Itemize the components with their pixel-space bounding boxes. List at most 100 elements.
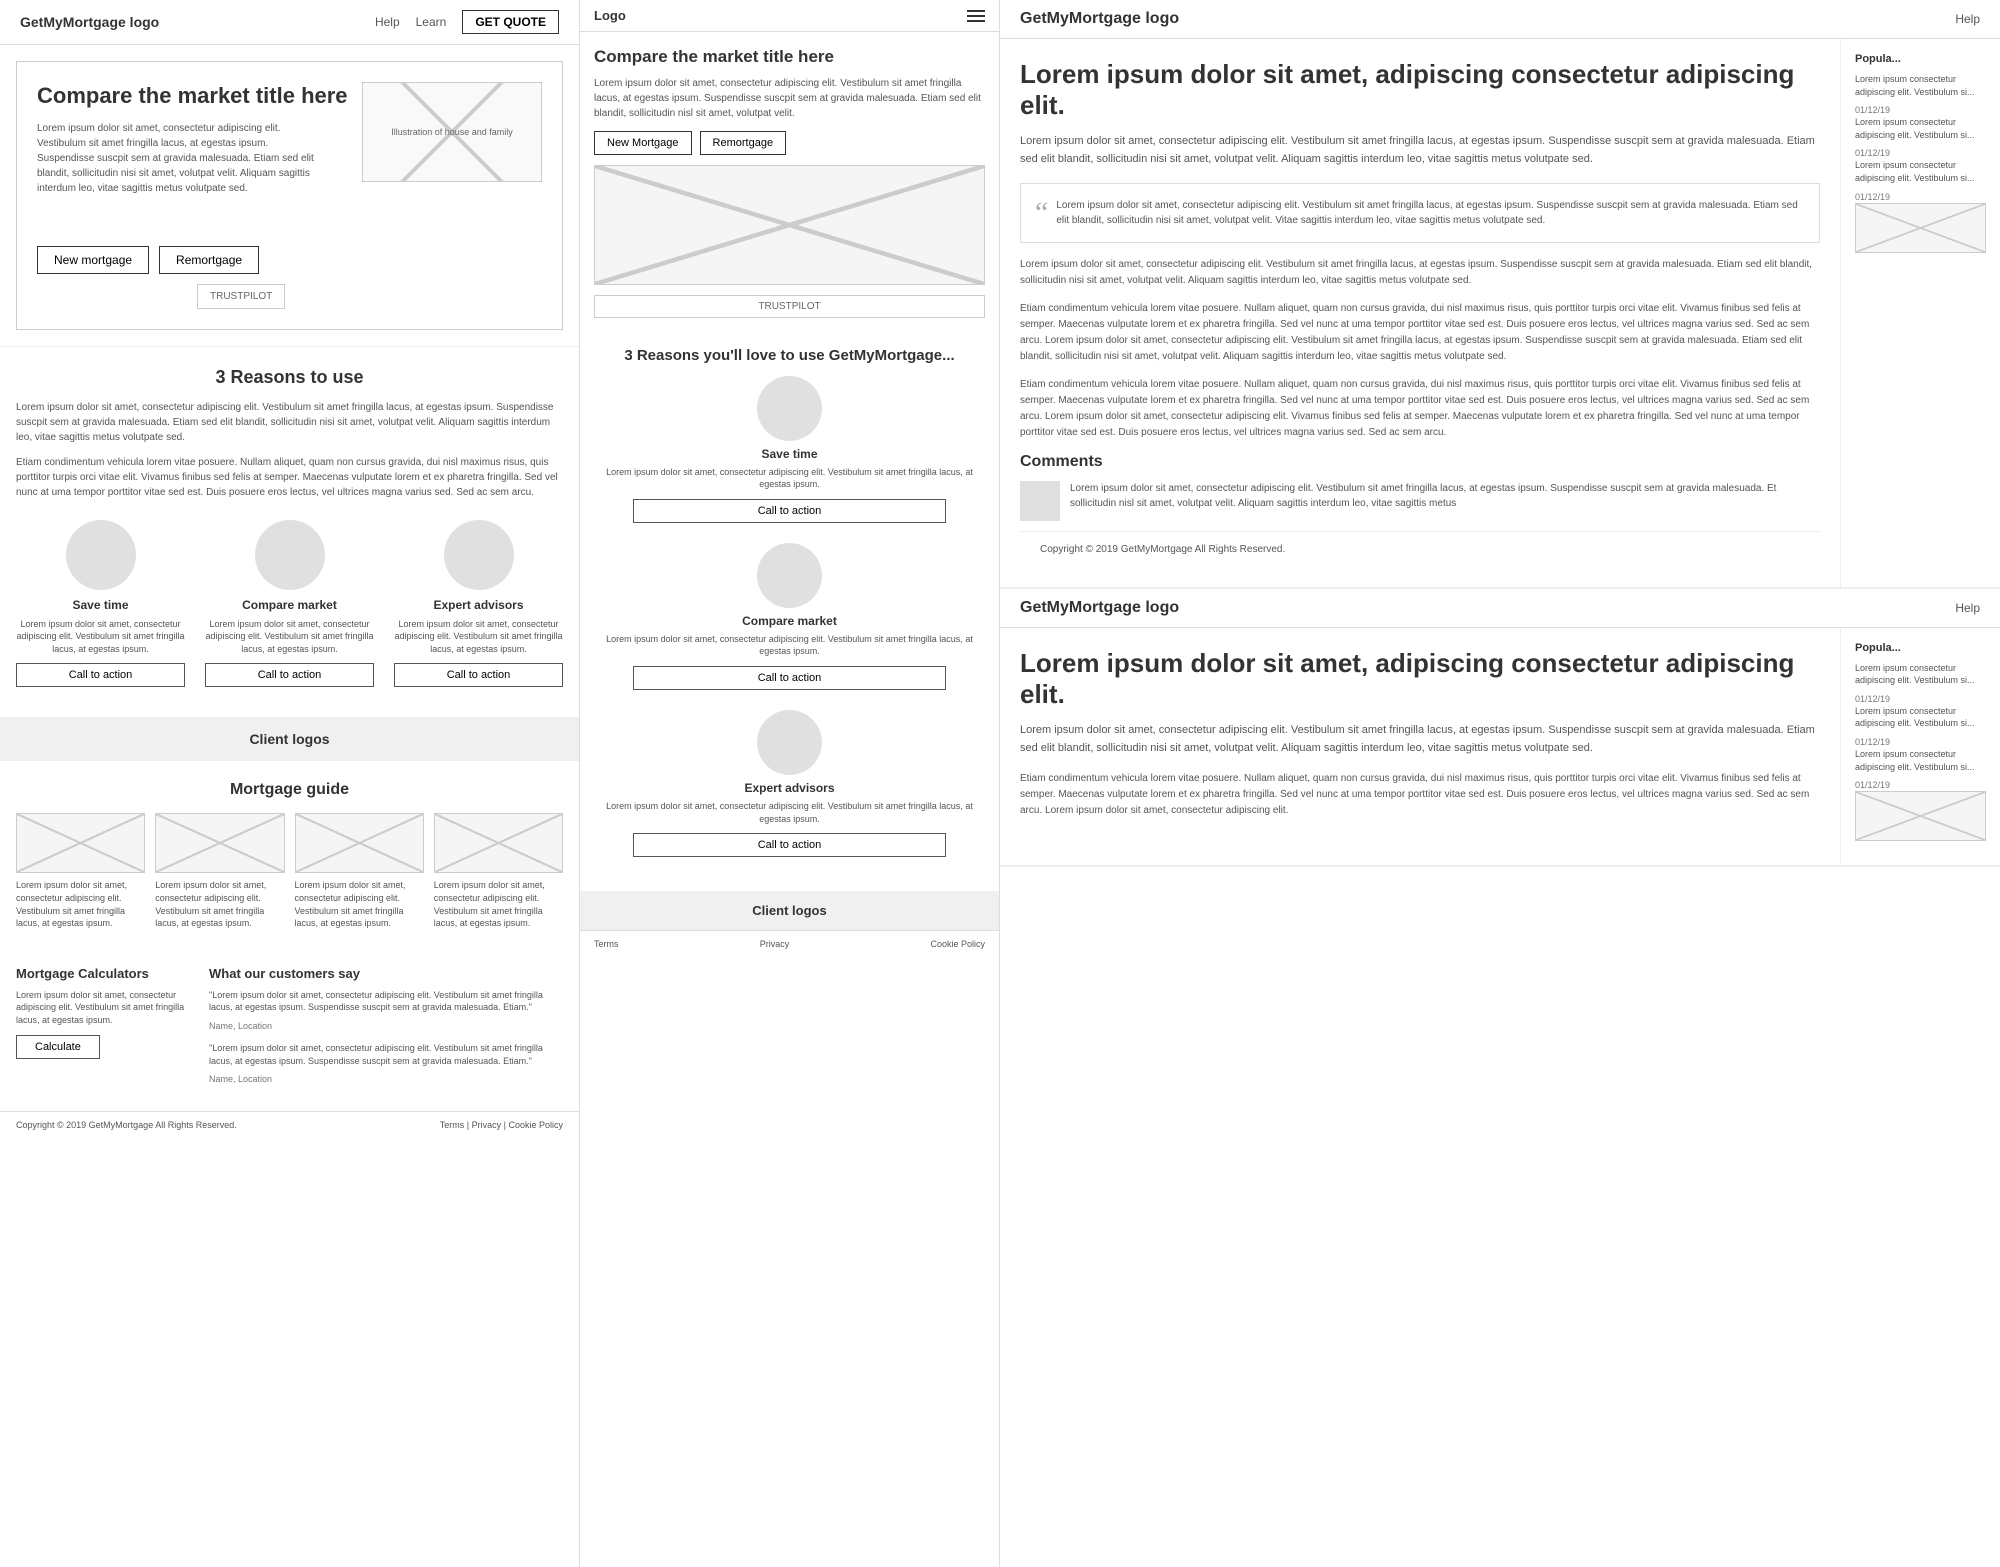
col2-compare-cta[interactable]: Call to action [633, 666, 946, 690]
col3-logo-2: GetMyMortgage logo [1020, 599, 1179, 617]
column-3-article: GetMyMortgage logo Help Lorem ipsum dolo… [1000, 0, 2000, 1567]
col3-body-text2: Lorem ipsum dolor sit amet, consectetur … [1020, 257, 1820, 289]
sidebar-item-text-3: Lorem ipsum consectetur adipiscing elit.… [1855, 159, 1986, 184]
get-quote-button[interactable]: GET QUOTE [462, 10, 559, 34]
col3-article-text1: Lorem ipsum dolor sit amet, consectetur … [1020, 133, 1820, 168]
col2-reason-compare: Compare market Lorem ipsum dolor sit ame… [594, 543, 985, 690]
save-time-icon [66, 520, 136, 590]
col3-article-title-2: Lorem ipsum dolor sit amet, adipiscing c… [1020, 648, 1820, 710]
sidebar-item-text-6: Lorem ipsum consectetur adipiscing elit.… [1855, 748, 1986, 773]
col1-nav: Help Learn GET QUOTE [375, 10, 559, 34]
col3-content-1: Lorem ipsum dolor sit amet, adipiscing c… [1000, 39, 2000, 587]
guide-card-4: Lorem ipsum dolor sit amet, consectetur … [434, 813, 563, 929]
col3-part1: GetMyMortgage logo Help Lorem ipsum dolo… [1000, 0, 2000, 589]
col1-hero: Compare the market title here Lorem ipsu… [16, 61, 563, 330]
testimonial-author-1: Name, Location [209, 1021, 272, 1031]
col2-trustpilot: TRUSTPILOT [594, 295, 985, 318]
expert-icon [444, 520, 514, 590]
help-link[interactable]: Help [375, 15, 400, 29]
compare-icon [255, 520, 325, 590]
client-logos-title: Client logos [249, 731, 329, 747]
col2-reasons: 3 Reasons you'll love to use GetMyMortga… [580, 346, 999, 891]
col3-quote-text: Lorem ipsum dolor sit amet, consectetur … [1035, 198, 1805, 228]
reasons-section: 3 Reasons to use Lorem ipsum dolor sit a… [0, 346, 579, 708]
learn-link[interactable]: Learn [416, 15, 447, 29]
sidebar-item-date-6: 01/12/19 [1855, 780, 1890, 790]
sidebar-item-date-1: 01/12/19 [1855, 105, 1890, 115]
remortgage-button[interactable]: Remortgage [159, 246, 259, 274]
hamburger-line-2 [967, 15, 985, 17]
calculate-button[interactable]: Calculate [16, 1035, 100, 1059]
guide-card-1: Lorem ipsum dolor sit amet, consectetur … [16, 813, 145, 929]
hamburger-menu[interactable] [967, 10, 985, 22]
col2-save-time-cta[interactable]: Call to action [633, 499, 946, 523]
col2-privacy[interactable]: Privacy [760, 939, 790, 949]
col3-copyright-1: Copyright © 2019 GetMyMortgage All Right… [1020, 531, 1820, 567]
col2-cookie[interactable]: Cookie Policy [930, 939, 985, 949]
guide-img-4 [434, 813, 563, 873]
guide-text-4: Lorem ipsum dolor sit amet, consectetur … [434, 879, 563, 929]
reason-card-compare: Compare market Lorem ipsum dolor sit ame… [205, 520, 374, 688]
bottom-sections: Mortgage Calculators Lorem ipsum dolor s… [0, 966, 579, 1111]
col3-sidebar-title-2: Popula... [1855, 642, 1986, 654]
col3-content-2: Lorem ipsum dolor sit amet, adipiscing c… [1000, 628, 2000, 866]
col3-article-text2-2: Etiam condimentum vehicula lorem vitae p… [1020, 771, 1820, 819]
col2-reasons-title: 3 Reasons you'll love to use GetMyMortga… [594, 346, 985, 366]
sidebar-item-text-1: Lorem ipsum consectetur adipiscing elit.… [1855, 73, 1986, 98]
col1-hero-text: Lorem ipsum dolor sit amet, consectetur … [37, 121, 317, 196]
col1-footer-links: Terms | Privacy | Cookie Policy [440, 1120, 563, 1130]
hamburger-line-3 [967, 20, 985, 22]
trustpilot-badge: TRUSTPILOT [197, 284, 285, 309]
reasons-cards: Save time Lorem ipsum dolor sit amet, co… [16, 520, 563, 688]
col2-new-mortgage-button[interactable]: New Mortgage [594, 131, 692, 155]
comment-text-1: Lorem ipsum dolor sit amet, consectetur … [1070, 481, 1820, 521]
guide-img-1 [16, 813, 145, 873]
col2-hero-title: Compare the market title here [594, 46, 985, 68]
col2-save-time-text: Lorem ipsum dolor sit amet, consectetur … [594, 466, 985, 491]
col2-header: Logo [580, 0, 999, 32]
col2-compare-title: Compare market [742, 614, 837, 628]
col2-terms[interactable]: Terms [594, 939, 619, 949]
col2-remortgage-button[interactable]: Remortgage [700, 131, 787, 155]
col2-compare-icon [757, 543, 822, 608]
col3-logo-1: GetMyMortgage logo [1020, 10, 1179, 28]
calculators-section: Mortgage Calculators Lorem ipsum dolor s… [16, 966, 193, 1095]
col1-footer: Copyright © 2019 GetMyMortgage All Right… [0, 1111, 579, 1138]
col2-expert-title: Expert advisors [744, 781, 834, 795]
col2-expert-icon [757, 710, 822, 775]
reason-card-save-time: Save time Lorem ipsum dolor sit amet, co… [16, 520, 185, 688]
sidebar-image-2 [1855, 791, 1986, 841]
col2-buttons: New Mortgage Remortgage [594, 131, 985, 155]
guide-cards: Lorem ipsum dolor sit amet, consectetur … [16, 813, 563, 929]
testimonial-text-1: "Lorem ipsum dolor sit amet, consectetur… [209, 989, 563, 1014]
column-1-desktop: GetMyMortgage logo Help Learn GET QUOTE … [0, 0, 580, 1567]
comments-title: Comments [1020, 453, 1820, 471]
guide-img-2 [155, 813, 284, 873]
col2-footer: Terms Privacy Cookie Policy [580, 930, 999, 957]
col1-header: GetMyMortgage logo Help Learn GET QUOTE [0, 0, 579, 45]
compare-cta[interactable]: Call to action [205, 663, 374, 687]
sidebar-image-1 [1855, 203, 1986, 253]
col3-nav-2[interactable]: Help [1955, 601, 1980, 615]
save-time-cta[interactable]: Call to action [16, 663, 185, 687]
col3-body-text4: Etiam condimentum vehicula lorem vitae p… [1020, 377, 1820, 441]
reason-card-expert: Expert advisors Lorem ipsum dolor sit am… [394, 520, 563, 688]
expert-cta[interactable]: Call to action [394, 663, 563, 687]
col3-sidebar-2: Popula... Lorem ipsum consectetur adipis… [1840, 628, 2000, 866]
guide-title: Mortgage guide [16, 781, 563, 799]
col2-hero-text: Lorem ipsum dolor sit amet, consectetur … [594, 76, 985, 121]
new-mortgage-button[interactable]: New mortgage [37, 246, 149, 274]
testimonials-section: What our customers say "Lorem ipsum dolo… [209, 966, 563, 1095]
sidebar-item-date-5: 01/12/19 [1855, 737, 1890, 747]
sidebar-item-date-3: 01/12/19 [1855, 192, 1890, 202]
col3-main-2: Lorem ipsum dolor sit amet, adipiscing c… [1000, 628, 1840, 866]
col2-save-time-title: Save time [761, 447, 817, 461]
guide-img-3 [295, 813, 424, 873]
column-2-mobile: Logo Compare the market title here Lorem… [580, 0, 1000, 1567]
col3-nav-1[interactable]: Help [1955, 12, 1980, 26]
illustration-label: Illustration of house and family [391, 127, 513, 137]
col2-logo: Logo [594, 8, 626, 23]
col2-expert-cta[interactable]: Call to action [633, 833, 946, 857]
col2-reason-save-time: Save time Lorem ipsum dolor sit amet, co… [594, 376, 985, 523]
reasons-subtext: Etiam condimentum vehicula lorem vitae p… [16, 455, 563, 500]
